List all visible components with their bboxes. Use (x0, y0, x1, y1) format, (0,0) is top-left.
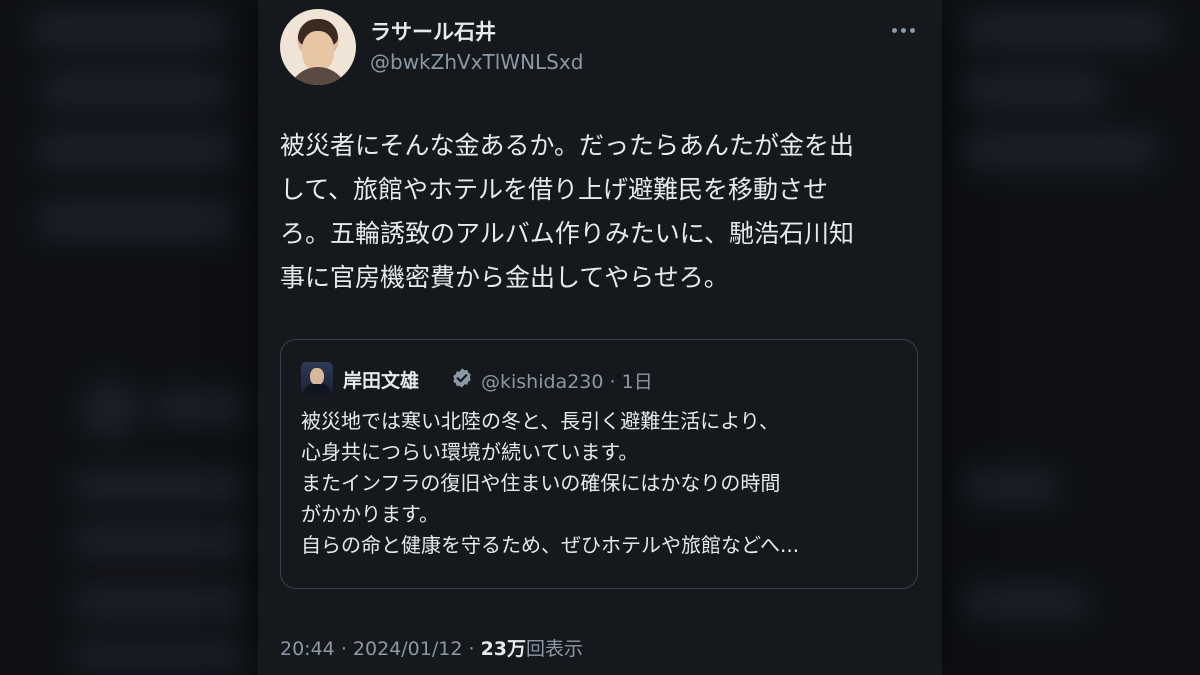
tweet-meta: 20:44 · 2024/01/12 · 23万回表示 (280, 634, 583, 661)
tweet-body-line: 事に官房機密費から金出してやらせろ。 (280, 263, 729, 292)
more-dots-icon[interactable] (888, 18, 918, 42)
avatar-body (288, 67, 348, 85)
author-handle[interactable]: @bwkZhVxTlWNLSxd (370, 50, 583, 74)
right-shade (942, 0, 1200, 675)
quote-author-display-name: 岸田文雄 (343, 370, 420, 392)
tweet-time[interactable]: 20:44 (280, 638, 335, 660)
meta-separator: · (340, 638, 347, 660)
views-count: 23万 (480, 638, 527, 660)
quote-age: 1日 (621, 371, 653, 393)
quote-body-line: 心身共につらい環境が続いています。 (301, 440, 639, 464)
author-avatar[interactable] (280, 9, 356, 85)
quote-author-handle: @kishida230 (481, 371, 604, 393)
quote-author-avatar (301, 362, 333, 394)
quote-avatar-suit (304, 384, 330, 394)
tweet-body-line: して、旅館やホテルを借り上げ避難民を移動させ (280, 175, 829, 204)
tweet-date[interactable]: 2024/01/12 (353, 638, 463, 660)
quoted-tweet[interactable]: 岸田文雄 @kishida230 · 1日 被災地では寒い北陸の冬と、長引く避難… (280, 339, 918, 589)
tweet-body-line: 被災者にそんな金あるか。だったらあんたが金を出 (280, 131, 855, 160)
quote-body-line: 自らの命と健康を守るため、ぜひホテルや旅館などへ... (301, 533, 800, 557)
quote-body-line: 被災地では寒い北陸の冬と、長引く避難生活により、 (301, 409, 779, 433)
avatar-face (302, 31, 334, 71)
left-shade (0, 0, 258, 675)
quote-separator: · (609, 371, 616, 393)
quote-body-line: がかかります。 (301, 502, 439, 526)
author-display-name[interactable]: ラサール石井 (370, 16, 496, 46)
views-label: 回表示 (526, 638, 584, 660)
quote-body: 被災地では寒い北陸の冬と、長引く避難生活により、 心身共につらい環境が続いていま… (301, 406, 901, 561)
tweet-body: 被災者にそんな金あるか。だったらあんたが金を出 して、旅館やホテルを借り上げ避難… (280, 124, 920, 300)
verified-badge-icon (453, 368, 471, 388)
tweet-card: ラサール石井 @bwkZhVxTlWNLSxd 被災者にそんな金あるか。だったら… (258, 0, 942, 675)
tweet-body-line: ろ。五輪誘致のアルバム作りみたいに、馳浩石川知 (280, 219, 855, 248)
meta-separator: · (468, 638, 475, 660)
quote-meta: @kishida230 · 1日 (481, 367, 653, 394)
quote-avatar-face (310, 368, 324, 385)
quote-body-line: またインフラの復旧や住まいの確保にはかなりの時間 (301, 471, 781, 495)
